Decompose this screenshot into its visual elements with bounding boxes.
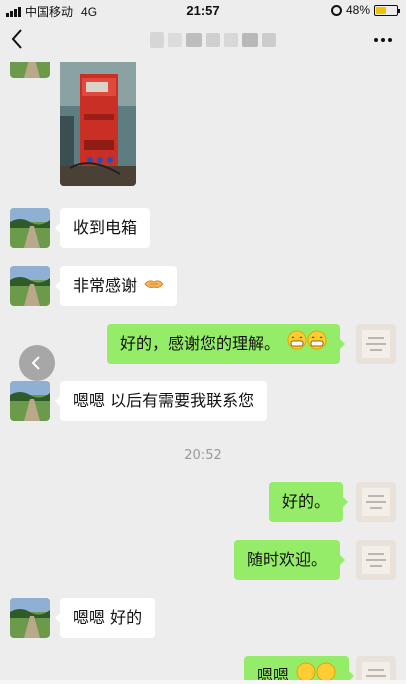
message-bubble-outgoing[interactable]: 好的，感谢您的理解。	[107, 324, 346, 365]
message-text: 收到电箱	[73, 218, 138, 237]
avatar-self[interactable]	[356, 324, 396, 364]
nav-bar	[0, 20, 406, 62]
status-right: 48%	[330, 3, 400, 17]
handshake-emoji-icon	[144, 267, 164, 307]
message-bubble-outgoing[interactable]: 好的。	[269, 482, 349, 522]
battery-percent: 48%	[345, 3, 370, 17]
message-text: 好的，感谢您的理解。	[120, 334, 281, 353]
message-text: 非常感谢	[73, 276, 138, 295]
battery-icon	[374, 4, 400, 16]
alarm-icon	[330, 4, 342, 16]
floating-back-button[interactable]	[19, 345, 55, 381]
status-bar: 中国移动 4G 21:57 48%	[0, 0, 406, 20]
message-text: 嗯嗯 以后有需要我联系您	[73, 391, 255, 410]
avatar-self[interactable]	[356, 540, 396, 580]
message-text: 嗯嗯 好的	[73, 608, 143, 627]
message-bubble-incoming[interactable]: 收到电箱	[54, 208, 151, 248]
message-bubble-incoming[interactable]: 嗯嗯 好的	[54, 598, 156, 638]
grin-emoji-icon	[287, 325, 327, 365]
avatar[interactable]	[10, 381, 50, 421]
avatar[interactable]	[10, 62, 50, 78]
message-bubble-incoming[interactable]: 非常感谢	[54, 266, 178, 307]
avatar[interactable]	[10, 266, 50, 306]
input-bar-edge	[0, 680, 406, 684]
chat-area[interactable]: 收到电箱 非常感谢 好的，感谢您的理解。 嗯嗯 以后有需要我联系您 20:52 …	[0, 62, 406, 684]
message-text: 好的。	[282, 492, 331, 511]
timestamp: 20:52	[184, 448, 222, 463]
more-dots-icon[interactable]	[374, 38, 392, 42]
message-text: 随时欢迎。	[247, 550, 328, 569]
image-message[interactable]	[60, 62, 136, 186]
avatar[interactable]	[10, 598, 50, 638]
avatar-self[interactable]	[356, 482, 396, 522]
message-bubble-incoming[interactable]: 嗯嗯 以后有需要我联系您	[54, 381, 268, 421]
message-bubble-outgoing[interactable]: 随时欢迎。	[234, 540, 346, 580]
chevron-left-icon[interactable]	[10, 28, 34, 52]
avatar[interactable]	[10, 208, 50, 248]
chat-title-redacted	[150, 32, 276, 48]
